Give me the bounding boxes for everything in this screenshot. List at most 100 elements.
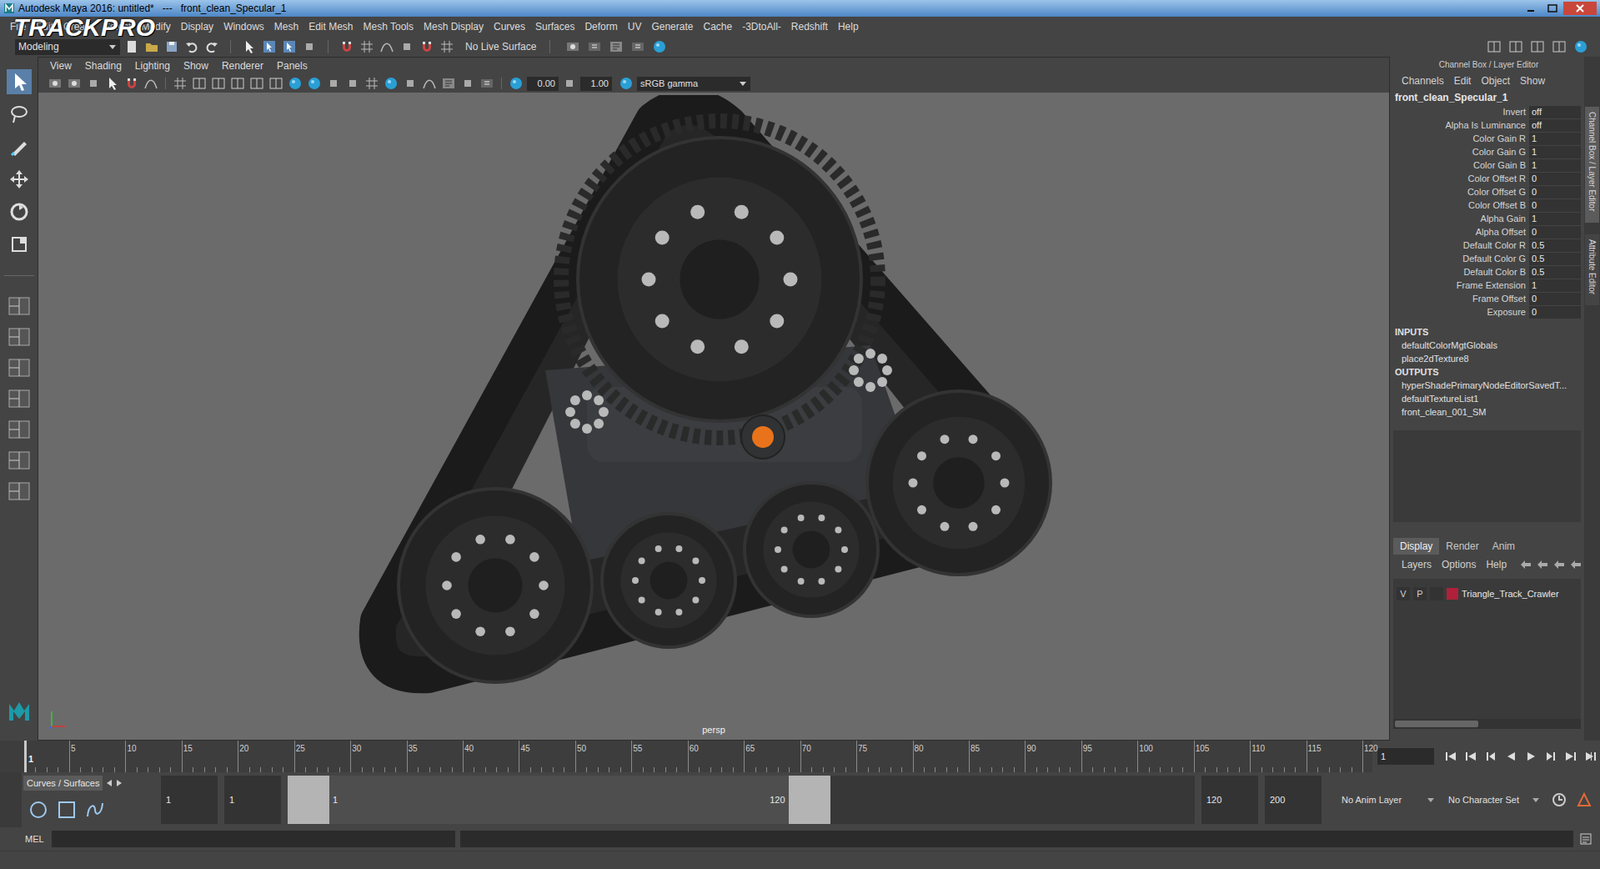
go-to-start-icon[interactable] (1442, 749, 1460, 763)
select-tool-icon[interactable] (5, 68, 33, 96)
panel-layout-icon[interactable] (1549, 39, 1569, 55)
camera-curve-icon[interactable] (142, 75, 160, 91)
gamma-icon[interactable] (561, 75, 578, 91)
menu-item[interactable]: Create (58, 19, 99, 35)
settings-icon[interactable] (606, 39, 626, 55)
folder-icon[interactable] (143, 39, 161, 55)
step-back-icon[interactable] (1482, 749, 1500, 763)
node-name[interactable]: front_clean_Specular_1 (1393, 90, 1585, 106)
display-ipr-icon[interactable] (478, 75, 496, 91)
arrow-mode-icon[interactable] (240, 39, 258, 55)
layer-tab[interactable]: Anim (1485, 537, 1522, 555)
snap-grid-icon[interactable] (358, 39, 376, 55)
layer-row[interactable]: VPTriangle_Track_Crawler (1393, 585, 1581, 602)
dot-mode-icon[interactable] (300, 39, 318, 55)
animation-prefs-icon[interactable] (1574, 791, 1594, 808)
attribute-row[interactable]: Alpha Offset0 (1393, 225, 1585, 239)
attribute-row[interactable]: Exposure0 (1393, 305, 1585, 319)
attribute-value[interactable]: 1 (1529, 212, 1581, 226)
attribute-value[interactable]: 0 (1529, 172, 1581, 186)
go-to-end-icon[interactable] (1582, 749, 1600, 763)
input-node[interactable]: defaultColorMgtGlobals (1393, 338, 1585, 352)
menu-item[interactable]: UV (622, 19, 648, 35)
auto-key-icon[interactable] (1549, 791, 1569, 808)
display-dot-icon[interactable] (325, 75, 342, 91)
camera-magnet-icon[interactable] (123, 75, 141, 91)
layer-down-icon[interactable] (1534, 557, 1551, 572)
time-slider-track[interactable]: 5101520253035404550556065707580859095100… (24, 740, 1363, 773)
layer-newsel-icon[interactable] (1567, 557, 1585, 572)
sphere-icon[interactable] (650, 39, 669, 55)
output-node[interactable]: defaultTextureList1 (1393, 391, 1585, 406)
cv-curve-icon[interactable] (85, 799, 106, 820)
move-tool-icon[interactable] (5, 165, 33, 193)
layer-scrollbar[interactable] (1393, 718, 1581, 729)
ipr-icon[interactable] (585, 39, 604, 55)
scale-tool-icon[interactable] (5, 230, 33, 258)
attribute-value[interactable]: 0 (1529, 199, 1581, 212)
attribute-value[interactable]: 0.5 (1529, 252, 1581, 266)
attribute-value[interactable]: off (1529, 105, 1581, 119)
attribute-value[interactable]: 1 (1529, 159, 1581, 172)
menu-item[interactable]: Display (175, 19, 219, 35)
exposure-field[interactable]: 0.00 (526, 76, 559, 91)
layer-menu-item[interactable]: Options (1436, 556, 1481, 572)
menu-item[interactable]: Edit (30, 19, 59, 35)
display-layout-icon[interactable] (210, 75, 227, 91)
range-end-handle[interactable] (788, 775, 831, 824)
color-space-dropdown[interactable]: sRGB gamma (636, 76, 751, 91)
panel-menu-item[interactable]: Panels (270, 58, 315, 74)
scroll-thumb[interactable] (1394, 720, 1479, 728)
playhead[interactable] (24, 740, 27, 773)
layout-preset-icon[interactable] (5, 478, 33, 504)
layer-tab[interactable]: Display (1393, 537, 1440, 555)
display-sphere-icon[interactable] (286, 75, 304, 91)
menu-item[interactable]: Modify (135, 19, 176, 35)
panel-menu-item[interactable]: Renderer (215, 58, 271, 74)
output-node[interactable]: hyperShadePrimaryNodeEditorSavedT... (1393, 378, 1585, 392)
layer-playback-toggle[interactable]: P (1413, 586, 1427, 601)
play-backward-icon[interactable] (1502, 749, 1520, 763)
panel-layout-icon[interactable] (1484, 39, 1504, 55)
range-slider[interactable]: 1120 (287, 775, 1195, 824)
camera-arrow-icon[interactable] (104, 75, 121, 91)
layout-preset-icon[interactable] (5, 355, 33, 381)
attribute-value[interactable]: 0.5 (1529, 239, 1581, 252)
display-settings-icon[interactable] (440, 75, 457, 91)
layer-name[interactable]: Triangle_Track_Crawler (1461, 586, 1560, 602)
track-crawler-model[interactable] (336, 95, 1054, 713)
menu-item[interactable]: Select (98, 19, 136, 35)
rotate-tool-icon[interactable] (5, 198, 33, 226)
snap-dot-icon[interactable] (398, 39, 416, 55)
paint-tool-icon[interactable] (5, 133, 33, 161)
gamma-field[interactable]: 1.00 (580, 76, 612, 91)
menu-item[interactable]: Deform (579, 19, 622, 35)
display-dot-icon[interactable] (459, 75, 477, 91)
undo-icon[interactable] (183, 39, 201, 55)
shelf-tab[interactable]: Curves / Surfaces (23, 775, 103, 791)
shelf-right-icon[interactable] (115, 778, 123, 788)
attribute-row[interactable]: Alpha Gain1 (1393, 211, 1585, 226)
attribute-value[interactable]: 0 (1529, 225, 1581, 239)
menu-item[interactable]: Generate (646, 19, 698, 35)
layer-new-icon[interactable] (1550, 557, 1568, 572)
attribute-value[interactable]: 0.5 (1529, 265, 1581, 279)
menu-item[interactable]: -3DtoAll- (737, 19, 787, 35)
layer-color-swatch[interactable] (1446, 587, 1459, 600)
exposure-icon[interactable] (507, 75, 525, 91)
color-management-icon[interactable] (617, 75, 635, 91)
attribute-row[interactable]: Default Color R0.5 (1393, 238, 1585, 252)
nurbs-square-icon[interactable] (56, 799, 77, 820)
attribute-value[interactable]: 0 (1529, 305, 1581, 319)
command-language[interactable]: MEL (0, 832, 47, 847)
layer-menu-item[interactable]: Help (1480, 556, 1512, 572)
selbox-mode-icon[interactable] (260, 39, 278, 55)
panel-layout-icon[interactable] (1528, 39, 1547, 55)
layout-preset-icon[interactable] (5, 447, 33, 473)
layout-preset-icon[interactable] (5, 416, 33, 442)
minimize-icon[interactable] (1519, 1, 1542, 16)
close-icon[interactable] (1563, 1, 1597, 16)
menu-item[interactable]: Edit Mesh (303, 19, 358, 35)
menu-item[interactable]: Mesh Display (418, 19, 489, 35)
display-layout-icon[interactable] (248, 75, 266, 91)
